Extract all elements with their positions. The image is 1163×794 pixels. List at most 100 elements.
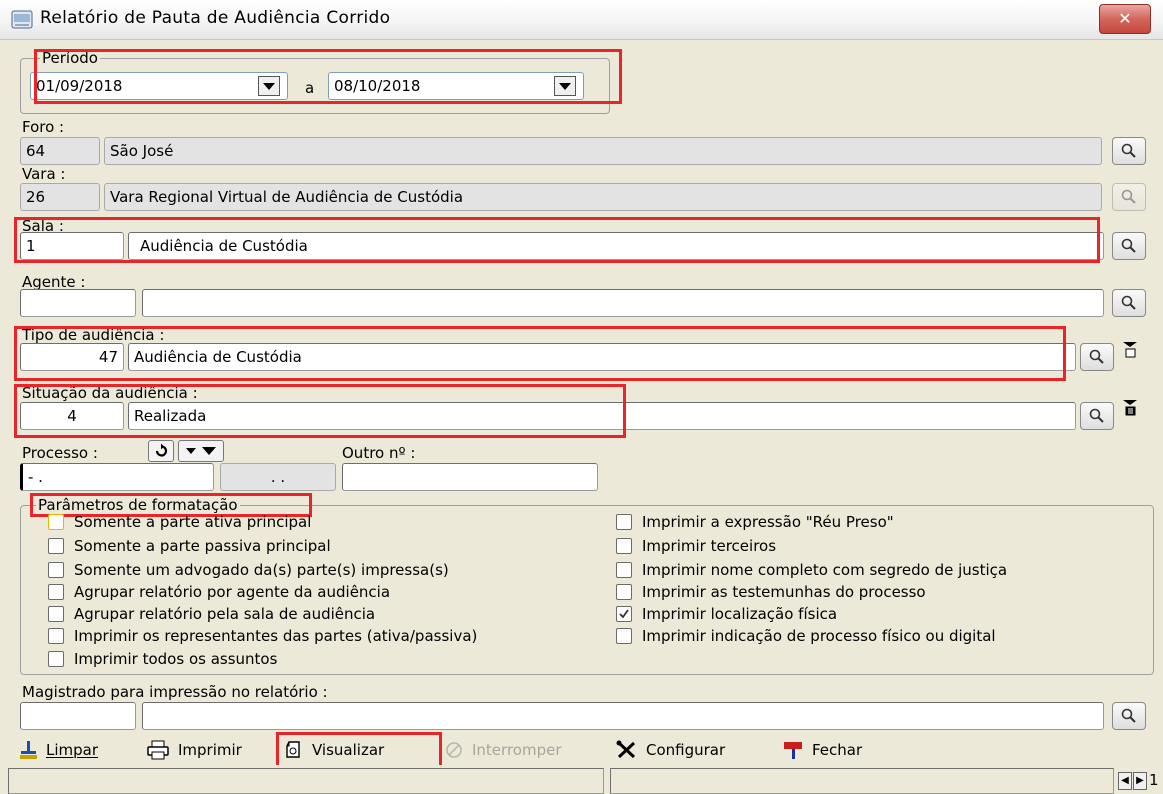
- parametros-label: Parâmetros de formatação: [36, 496, 240, 514]
- checkbox-label: Imprimir a expressão "Réu Preso": [642, 513, 894, 531]
- chevron-down-icon: [202, 447, 216, 455]
- periodo-to-field[interactable]: 08/10/2018: [328, 72, 584, 100]
- checkbox-row[interactable]: Somente a parte ativa principal: [48, 513, 311, 531]
- foro-label: Foro :: [22, 118, 65, 136]
- periodo-from-field[interactable]: 01/09/2018: [30, 72, 288, 100]
- status-pane-right: [610, 768, 1114, 794]
- page-next-button[interactable]: ▶: [1133, 772, 1147, 790]
- checkbox-parte-ativa[interactable]: [48, 514, 64, 530]
- situacao-name-field[interactable]: Realizada: [128, 402, 1076, 430]
- checkbox-representantes[interactable]: [48, 628, 64, 644]
- preview-icon: [286, 741, 300, 758]
- agente-code-field[interactable]: [20, 289, 136, 317]
- agente-search-button[interactable]: [1112, 289, 1146, 317]
- sala-name-field[interactable]: Audiência de Custódia: [128, 232, 1104, 260]
- checkbox-terceiros[interactable]: [616, 538, 632, 554]
- checkbox-row[interactable]: Somente um advogado da(s) parte(s) impre…: [48, 561, 449, 579]
- outro-label: Outro nº :: [342, 444, 416, 462]
- search-icon: [1089, 408, 1104, 423]
- checkbox-localizacao-fisica[interactable]: [616, 606, 632, 622]
- vara-name-field: Vara Regional Virtual de Audiência de Cu…: [104, 183, 1102, 211]
- exit-sign-icon: [784, 742, 802, 759]
- checkbox-row[interactable]: Imprimir localização física: [616, 605, 837, 623]
- stop-icon: [446, 742, 462, 758]
- situacao-code-field[interactable]: 4: [20, 402, 124, 430]
- checkbox-label: Imprimir indicação de processo físico ou…: [642, 627, 996, 645]
- multi-select-icon[interactable]: [1120, 340, 1140, 364]
- page-number: 1: [1149, 771, 1159, 789]
- checkbox-row[interactable]: Agrupar relatório por agente da audiênci…: [48, 583, 390, 601]
- magistrado-name-field[interactable]: [142, 702, 1104, 730]
- vara-label: Vara :: [22, 165, 66, 183]
- refresh-button[interactable]: [148, 440, 174, 462]
- limpar-button[interactable]: Limpar: [18, 740, 98, 760]
- search-icon: [1089, 349, 1104, 364]
- refresh-icon: [155, 443, 168, 457]
- chevron-down-icon: [559, 82, 571, 90]
- sala-name-value: Audiência de Custódia: [140, 237, 308, 255]
- checkbox-nome-completo[interactable]: [616, 562, 632, 578]
- checkbox-fisico-digital[interactable]: [616, 628, 632, 644]
- checkbox-label: Somente um advogado da(s) parte(s) impre…: [74, 561, 449, 579]
- vara-code-field: 26: [20, 183, 100, 211]
- checkbox-reu-preso[interactable]: [616, 514, 632, 530]
- magistrado-code-field[interactable]: [20, 702, 136, 730]
- checkbox-row[interactable]: Imprimir todos os assuntos: [48, 650, 277, 668]
- magistrado-label: Magistrado para impressão no relatório :: [22, 683, 328, 701]
- agente-name-field[interactable]: [142, 289, 1104, 317]
- checkbox-todos-assuntos[interactable]: [48, 651, 64, 667]
- format-dropdown-button[interactable]: [178, 440, 224, 462]
- sala-code-field[interactable]: 1: [20, 232, 124, 260]
- foro-search-button[interactable]: [1112, 137, 1146, 165]
- configurar-button[interactable]: Configurar: [616, 740, 725, 760]
- checkbox-row[interactable]: Imprimir terceiros: [616, 537, 776, 555]
- periodo-from-value: 01/09/2018: [36, 77, 123, 95]
- status-pane-left: [8, 768, 604, 794]
- tipo-code-value: 47: [98, 348, 118, 366]
- processo-field-2: . .: [220, 463, 336, 491]
- checkbox-row[interactable]: Imprimir nome completo com segredo de ju…: [616, 561, 1007, 579]
- checkbox-row[interactable]: Agrupar relatório pela sala de audiência: [48, 605, 375, 623]
- fechar-button[interactable]: Fechar: [782, 740, 862, 760]
- page-prev-button[interactable]: ◀: [1118, 772, 1132, 790]
- broom-icon: [20, 741, 37, 759]
- checkbox-agrupar-sala[interactable]: [48, 606, 64, 622]
- checkbox-parte-passiva[interactable]: [48, 538, 64, 554]
- checkbox-label: Agrupar relatório pela sala de audiência: [74, 605, 376, 623]
- periodo-from-dropdown[interactable]: [258, 76, 280, 96]
- checkbox-agrupar-agente[interactable]: [48, 584, 64, 600]
- tipo-code-field[interactable]: 47: [20, 343, 124, 371]
- checkbox-row[interactable]: Imprimir os representantes das partes (a…: [48, 627, 477, 645]
- search-icon: [1121, 189, 1136, 204]
- periodo-to-dropdown[interactable]: [554, 76, 576, 96]
- processo-field[interactable]: - .: [20, 463, 214, 491]
- checkbox-row[interactable]: Imprimir as testemunhas do processo: [616, 583, 926, 601]
- magistrado-search-button[interactable]: [1112, 702, 1146, 730]
- checkbox-label: Imprimir os representantes das partes (a…: [74, 627, 478, 645]
- tipo-name-field[interactable]: Audiência de Custódia: [128, 343, 1076, 371]
- situacao-search-button[interactable]: [1080, 402, 1114, 430]
- imprimir-label: Imprimir: [178, 741, 242, 759]
- imprimir-button[interactable]: Imprimir: [146, 740, 242, 760]
- checkbox-row[interactable]: Imprimir a expressão "Réu Preso": [616, 513, 894, 531]
- vara-search-button[interactable]: [1112, 183, 1146, 211]
- foro-code-field: 64: [20, 137, 100, 165]
- interromper-button[interactable]: Interromper: [444, 740, 562, 760]
- window-icon: [11, 9, 33, 31]
- search-icon: [1121, 143, 1136, 158]
- sala-search-button[interactable]: [1112, 232, 1146, 260]
- checkbox-testemunhas[interactable]: [616, 584, 632, 600]
- chevron-down-icon: [263, 82, 275, 90]
- close-button[interactable]: ✕: [1099, 4, 1151, 34]
- tipo-search-button[interactable]: [1080, 343, 1114, 371]
- checkbox-um-advogado[interactable]: [48, 562, 64, 578]
- multi-select-icon[interactable]: [1120, 398, 1140, 422]
- situacao-code-value: 4: [67, 407, 77, 425]
- outro-field[interactable]: [342, 463, 598, 491]
- visualizar-button[interactable]: Visualizar: [284, 740, 384, 760]
- checkmark-icon: [619, 609, 629, 619]
- checkbox-row[interactable]: Imprimir indicação de processo físico ou…: [616, 627, 996, 645]
- periodo-to-value: 08/10/2018: [334, 77, 421, 95]
- situacao-label: Situação da audiência :: [22, 384, 198, 402]
- checkbox-row[interactable]: Somente a parte passiva principal: [48, 537, 331, 555]
